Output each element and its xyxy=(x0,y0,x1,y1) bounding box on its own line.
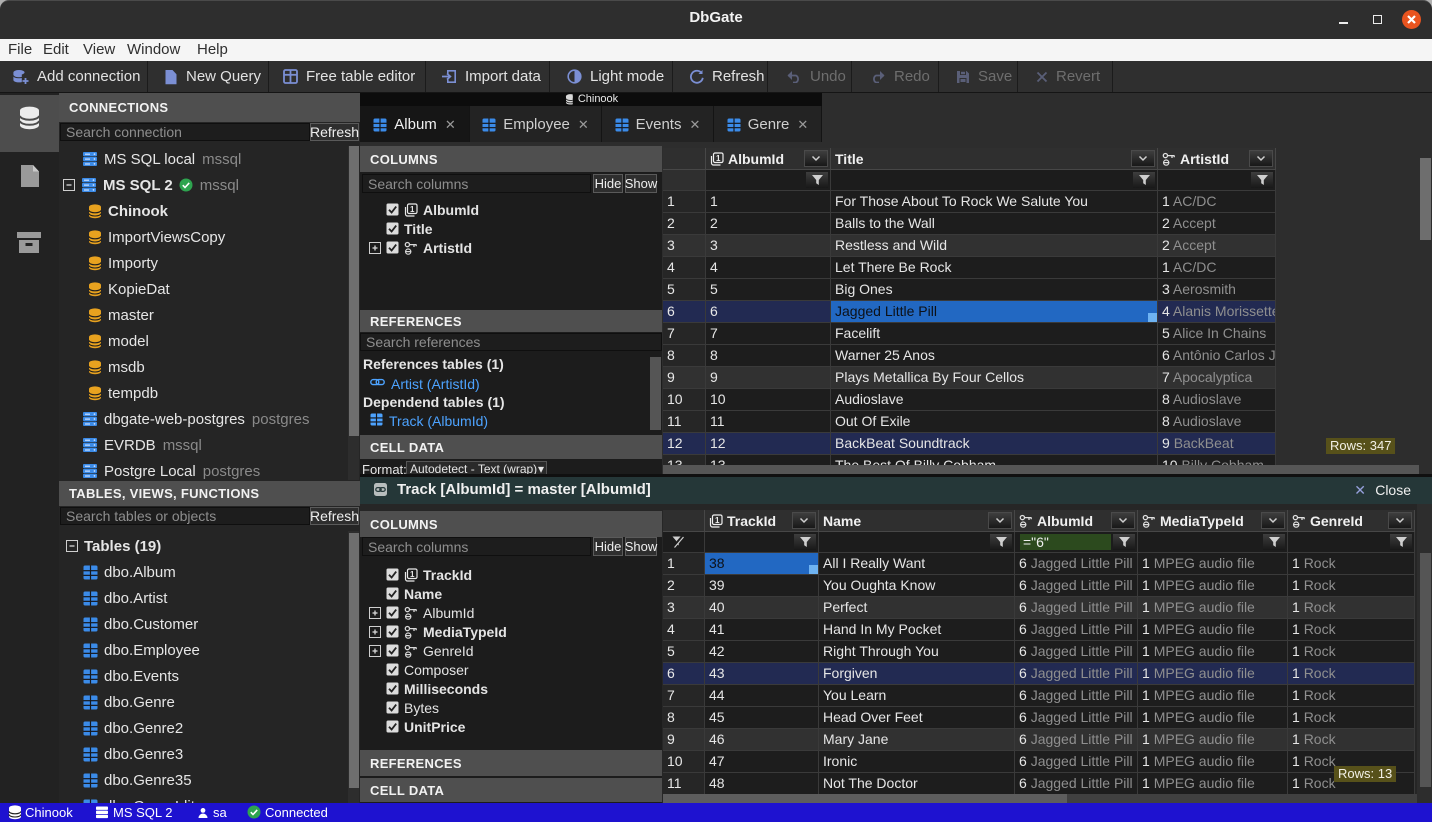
svg-text:1: 1 xyxy=(410,204,415,213)
svg-text:1: 1 xyxy=(410,569,415,578)
svg-text:1: 1 xyxy=(716,153,721,162)
svg-text:1: 1 xyxy=(715,515,720,524)
